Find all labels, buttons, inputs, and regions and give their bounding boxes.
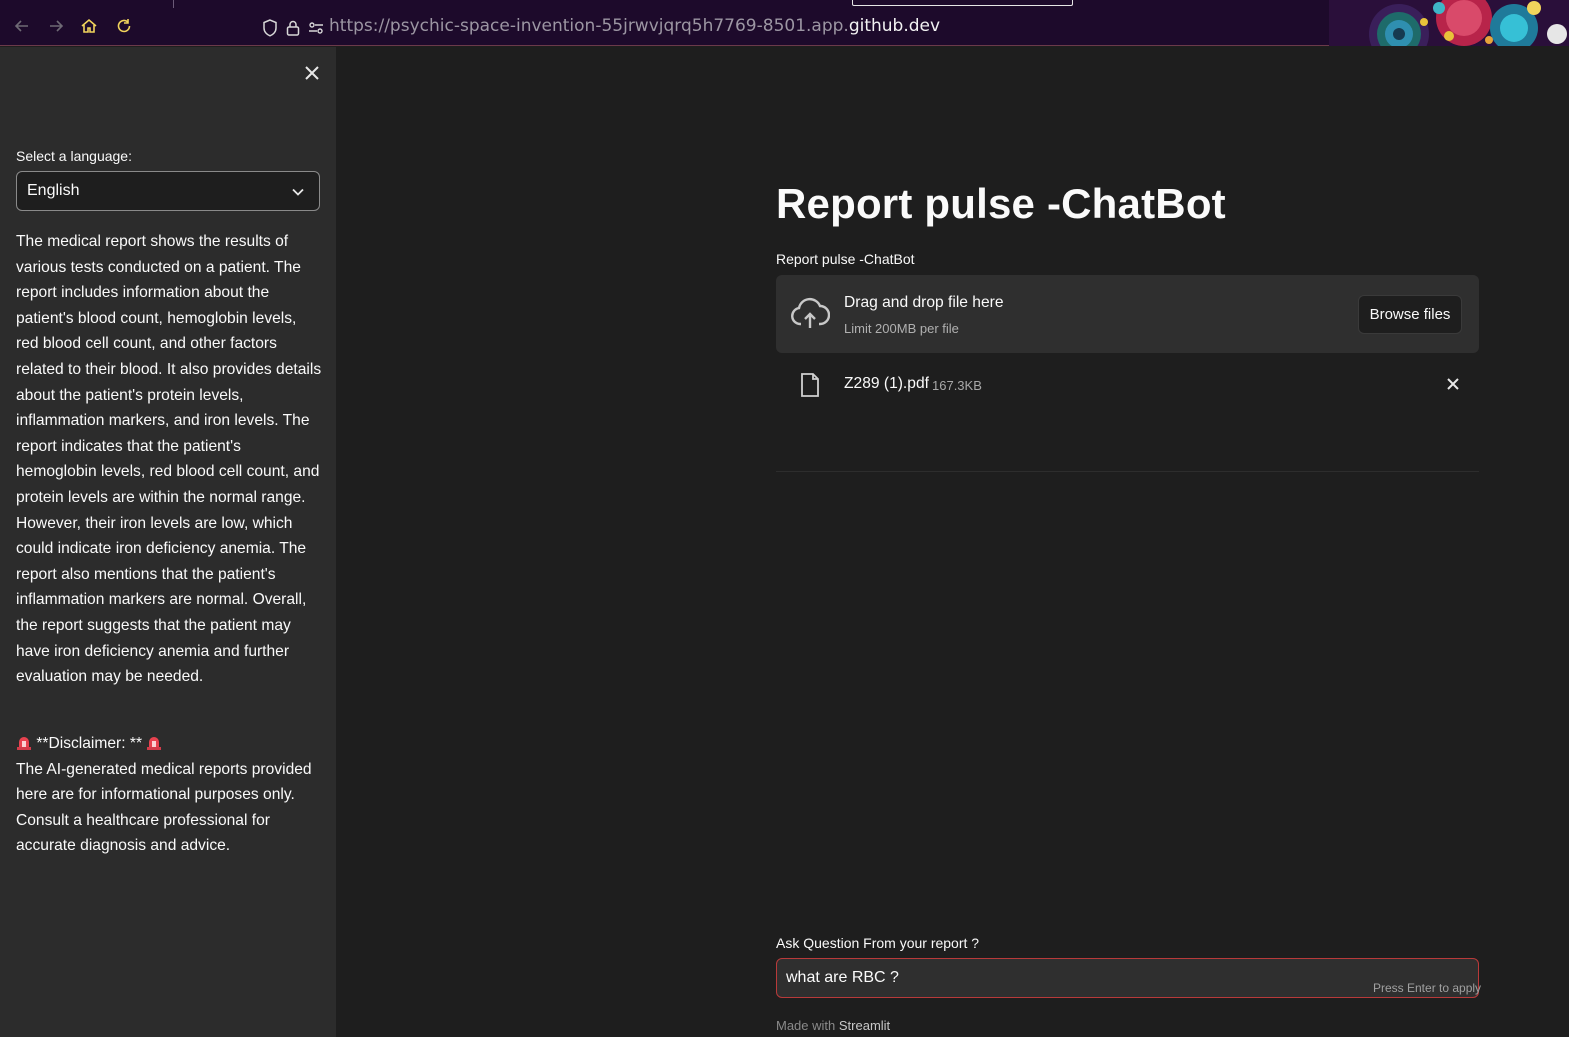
url-prefix: https://psychic-space-invention-55jrwvjq… xyxy=(329,16,849,36)
file-name: Z289 (1).pdf xyxy=(844,375,929,392)
disclaimer-heading-text: **Disclaimer: ** xyxy=(32,735,147,752)
language-select[interactable]: English xyxy=(16,171,320,211)
language-value: English xyxy=(27,182,80,199)
back-icon[interactable] xyxy=(12,17,32,37)
toolbar-divider xyxy=(173,0,174,8)
disclaimer: **Disclaimer: ** The AI-generated medica… xyxy=(16,731,322,859)
dropzone-limit: Limit 200MB per file xyxy=(844,321,959,336)
address-bar[interactable]: https://psychic-space-invention-55jrwvjq… xyxy=(329,16,940,36)
report-summary: The medical report shows the results of … xyxy=(16,233,322,686)
reload-icon[interactable] xyxy=(114,17,134,37)
input-hint: Press Enter to apply xyxy=(1373,981,1482,995)
main-content: Report pulse -ChatBot Report pulse -Chat… xyxy=(336,47,1569,1037)
browser-toolbar: https://psychic-space-invention-55jrwvjq… xyxy=(0,0,1569,46)
site-settings-icon[interactable] xyxy=(308,20,324,36)
footer: Made with Streamlit xyxy=(776,1018,890,1033)
url-host: github.dev xyxy=(848,16,941,36)
close-icon[interactable] xyxy=(301,62,323,84)
page-title: Report pulse -ChatBot xyxy=(776,180,1226,227)
dropzone-text: Drag and drop file here xyxy=(844,294,1004,311)
forward-icon[interactable] xyxy=(46,17,66,37)
uploader-label: Report pulse -ChatBot xyxy=(776,251,915,267)
disclaimer-heading: **Disclaimer: ** xyxy=(16,731,322,757)
file-dropzone[interactable]: Drag and drop file here Limit 200MB per … xyxy=(776,275,1479,353)
footer-prefix: Made with xyxy=(776,1018,836,1033)
file-icon xyxy=(801,373,819,397)
file-size: 167.3KB xyxy=(932,378,982,393)
shield-icon[interactable] xyxy=(262,19,278,37)
siren-icon xyxy=(17,737,31,750)
sidebar: Select a language: English The medical r… xyxy=(0,47,336,1037)
toolbar-notch xyxy=(852,0,1073,6)
theme-decoration xyxy=(1329,0,1569,46)
cloud-upload-icon xyxy=(791,297,830,328)
close-icon[interactable] xyxy=(1446,377,1460,391)
siren-icon xyxy=(147,737,162,750)
disclaimer-text: The AI-generated medical reports provide… xyxy=(16,760,312,855)
browse-files-button[interactable]: Browse files xyxy=(1358,295,1462,334)
lock-icon[interactable] xyxy=(286,19,300,37)
uploaded-file: Z289 (1).pdf 167.3KB xyxy=(776,362,1479,406)
question-label: Ask Question From your report ? xyxy=(776,935,980,951)
chevron-down-icon xyxy=(292,188,304,196)
language-label: Select a language: xyxy=(16,148,132,164)
streamlit-link[interactable]: Streamlit xyxy=(839,1018,890,1033)
divider xyxy=(776,471,1479,472)
home-icon[interactable] xyxy=(79,17,99,37)
